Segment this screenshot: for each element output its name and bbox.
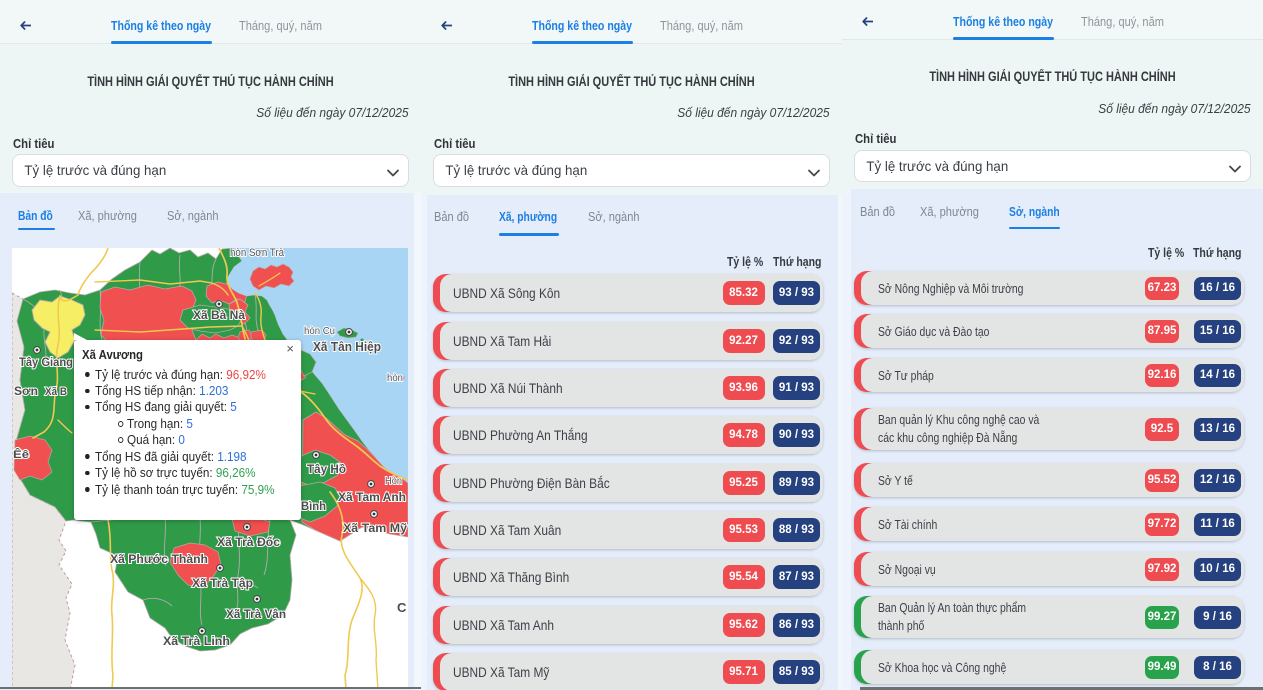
svg-text:Xã Tam Anh: Xã Tam Anh: [338, 490, 406, 504]
svg-text:hòn Sơn Trà: hòn Sơn Trà: [230, 248, 285, 259]
svg-text:Sơn: Sơn: [14, 384, 38, 398]
svg-text:Bình: Bình: [301, 499, 326, 513]
svg-text:Xã Phước Thành: Xã Phước Thành: [110, 552, 208, 566]
svg-text:Xã Trà Đốc: Xã Trà Đốc: [217, 535, 280, 549]
svg-text:Hòn: Hòn: [385, 475, 402, 487]
svg-text:hòn: hòn: [387, 372, 403, 384]
svg-text:Xã Tân Hiệp: Xã Tân Hiệp: [313, 339, 381, 354]
svg-text:Xã B: Xã B: [45, 386, 67, 398]
svg-text:hòn Cụ: hòn Cụ: [304, 325, 335, 337]
svg-text:Tây Giang: Tây Giang: [19, 355, 73, 369]
svg-text:Êê: Êê: [13, 448, 29, 461]
svg-text:Xã Bà Nà: Xã Bà Nà: [193, 308, 245, 322]
svg-text:Xã Trà Tập: Xã Trà Tập: [192, 576, 253, 590]
svg-text:Xã Tam Mỹ: Xã Tam Mỹ: [343, 521, 407, 535]
svg-text:C: C: [397, 600, 407, 615]
svg-text:Xã Trà Vân: Xã Trà Vân: [226, 607, 286, 621]
svg-text:Tây Hồ: Tây Hồ: [307, 462, 346, 476]
svg-text:Xã Trà Linh: Xã Trà Linh: [163, 634, 230, 648]
